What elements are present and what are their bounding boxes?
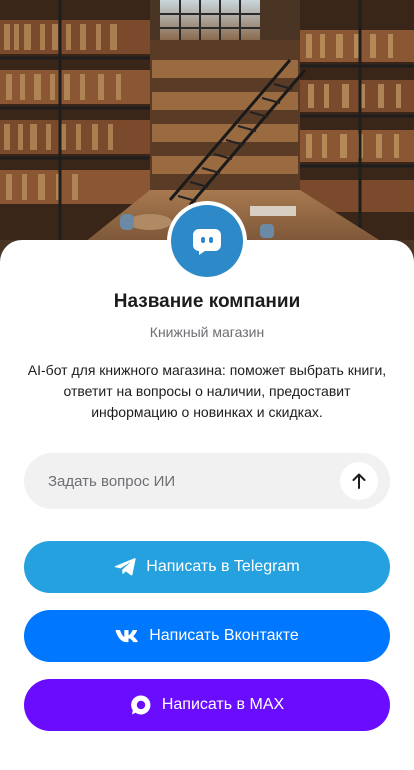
write-vk-button[interactable]: Написать Вконтакте (24, 610, 390, 662)
telegram-icon (114, 557, 136, 577)
write-vk-label: Написать Вконтакте (149, 627, 299, 644)
chat-bubble-icon (193, 229, 221, 255)
write-max-button[interactable]: Написать в MAX (24, 679, 390, 731)
ask-ai-field (24, 453, 390, 509)
company-name: Название компании (113, 291, 301, 312)
write-telegram-button[interactable]: Написать в Telegram (24, 541, 390, 593)
arrow-up-icon (352, 473, 366, 489)
ask-ai-input[interactable] (24, 453, 340, 509)
company-description: AI-бот для книжного магазина: поможет вы… (27, 362, 387, 420)
write-max-label: Написать в MAX (161, 696, 285, 713)
write-telegram-label: Написать в Telegram (146, 558, 300, 575)
vk-icon (115, 629, 139, 643)
avatar-circle (171, 205, 243, 277)
send-button[interactable] (340, 462, 378, 500)
avatar (167, 201, 247, 281)
max-icon (130, 694, 152, 716)
company-category: Книжный магазин (149, 324, 265, 340)
